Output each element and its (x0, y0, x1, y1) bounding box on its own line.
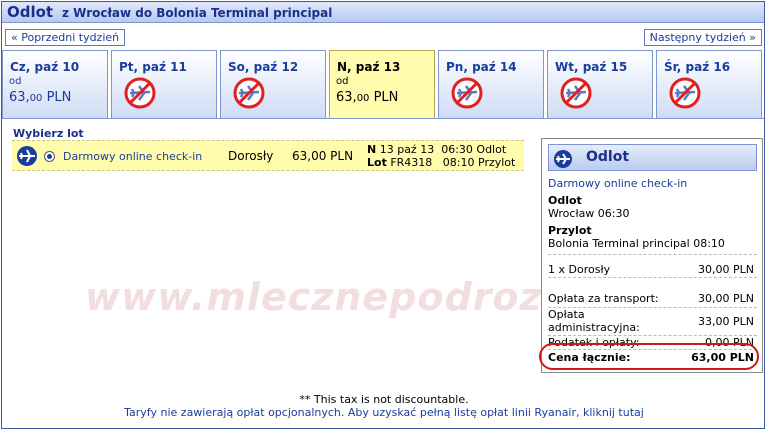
divider (548, 253, 757, 255)
flight-price: 63,00 PLN (292, 149, 354, 163)
no-flight-icon (669, 77, 701, 112)
total-highlight-ring (539, 343, 759, 370)
summary-departure-label: Odlot (548, 194, 582, 207)
tax-note: ** This tax is not discountable. (299, 393, 469, 406)
day-tab-4-selected[interactable]: N, paź 13 od 63,00 PLN (329, 50, 435, 118)
from-label: od (336, 76, 349, 87)
online-checkin-label: Darmowy online check-in (63, 150, 203, 163)
summary-admin-row: Opłata administracyjna: 33,00 PLN (548, 308, 757, 336)
day-tabs: Cz, paź 10 od 63,00 PLN Pt, paź 11 So, p… (2, 50, 764, 118)
day-tab-5[interactable]: Pn, paź 14 (438, 50, 544, 118)
summary-arrival-label: Przylot (548, 224, 592, 237)
day-label: Pn, paź 14 (446, 60, 517, 74)
summary-transport-row: Opłata za transport: 30,00 PLN (548, 292, 757, 308)
plane-icon (16, 145, 38, 170)
summary-arrival-value: Bolonia Terminal principal 08:10 (548, 237, 725, 250)
summary-checkin: Darmowy online check-in (548, 177, 688, 190)
day-label: So, paź 12 (228, 60, 299, 74)
day-label: Śr, paź 16 (664, 60, 731, 74)
summary-passenger-row: 1 x Dorosły 30,00 PLN (548, 263, 757, 278)
flight-radio[interactable] (44, 151, 55, 162)
day-price: 63,00 PLN (9, 90, 72, 105)
passenger-type: Dorosły (228, 149, 274, 163)
summary-title: Odlot (586, 149, 630, 165)
day-label: Wt, paź 15 (555, 60, 628, 74)
prev-week-button[interactable]: « Poprzedni tydzień (5, 29, 126, 46)
flight-details: N 13 paź 13 06:30 Odlot Lot FR4318 08:10… (367, 143, 516, 169)
day-tab-6[interactable]: Wt, paź 15 (547, 50, 653, 118)
no-flight-icon (124, 77, 156, 112)
day-tab-1[interactable]: Cz, paź 10 od 63,00 PLN (2, 50, 108, 118)
fees-link[interactable]: Taryfy nie zawierają opłat opcjonalnych.… (0, 406, 768, 419)
day-price: 63,00 PLN (336, 90, 399, 105)
header-route: z Wrocław do Bolonia Terminal principal (62, 6, 333, 20)
summary-departure-value: Wrocław 06:30 (548, 207, 630, 220)
select-flight-title: Wybierz lot (13, 127, 84, 140)
day-tab-2[interactable]: Pt, paź 11 (111, 50, 217, 118)
plane-icon (553, 149, 573, 172)
summary-header: Odlot (548, 144, 757, 171)
from-label: od (9, 76, 22, 87)
day-tab-7[interactable]: Śr, paź 16 (656, 50, 762, 118)
day-tab-3[interactable]: So, paź 12 (220, 50, 326, 118)
fare-summary-box: Odlot Darmowy online check-in Odlot Wroc… (541, 138, 763, 373)
header-title: Odlot (7, 3, 54, 21)
next-week-button[interactable]: Następny tydzień » (643, 29, 762, 46)
section-header: Odlot z Wrocław do Bolonia Terminal prin… (2, 2, 764, 23)
day-label: Pt, paź 11 (119, 60, 187, 74)
no-flight-icon (233, 77, 265, 112)
no-flight-icon (560, 77, 592, 112)
day-label: Cz, paź 10 (10, 60, 80, 74)
day-label: N, paź 13 (337, 60, 401, 74)
no-flight-icon (451, 77, 483, 112)
flight-row[interactable]: Darmowy online check-in Dorosły 63,00 PL… (12, 140, 524, 171)
